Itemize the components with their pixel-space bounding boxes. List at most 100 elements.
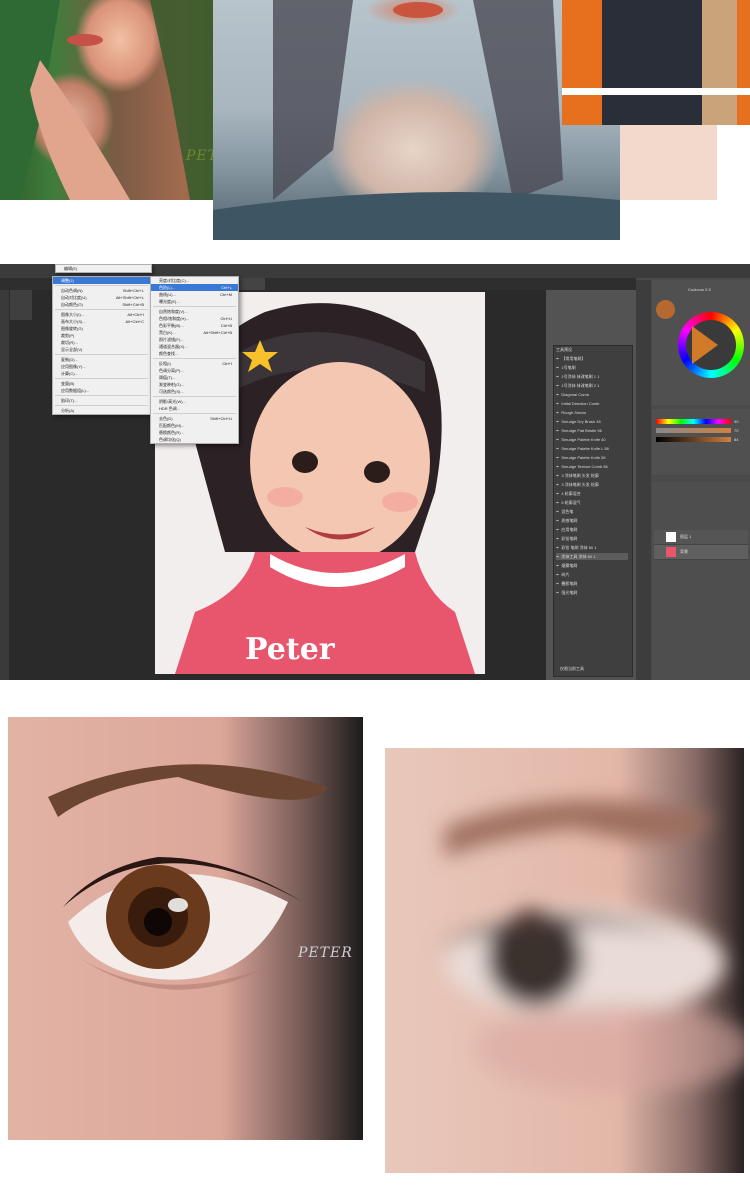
brush-preset[interactable]: Smudge Palette Knife L 56: [556, 445, 628, 452]
foreground-color-swatch[interactable]: [656, 300, 675, 319]
eye-detailed-illustration: [48, 764, 328, 990]
color-triangle[interactable]: [692, 326, 718, 364]
menu-item[interactable]: 图像旋转(G): [53, 325, 150, 332]
menu-item[interactable]: 计算(C)...: [53, 370, 150, 377]
decorative-peach-block: [620, 125, 717, 200]
menu-item[interactable]: 陷印(T)...: [53, 397, 150, 404]
painting-grey-hair-detail: [213, 0, 620, 240]
submenu-item[interactable]: 色调分离(P)...: [151, 367, 238, 374]
menu-item[interactable]: 裁剪(P): [53, 332, 150, 339]
menu-item[interactable]: 分析(A): [53, 407, 150, 414]
brush-preset[interactable]: 碎片: [556, 571, 628, 578]
ps-image-menu[interactable]: 调整(J) 自动色调(N) Shift+Ctrl+L 自动对比度(U) Alt+Sh…: [52, 276, 151, 415]
signature: PETER: [298, 945, 353, 961]
photoshop-window: 01.jpg @ 66.7% (RGB/8) Peter 编辑(E) 调整(J)…: [0, 264, 750, 680]
brush-preset[interactable]: 【常用笔刷】: [556, 355, 628, 362]
brightness-slider[interactable]: [656, 437, 731, 442]
submenu-item[interactable]: 色阶(L)... Ctrl+L: [151, 284, 238, 291]
brush-preset[interactable]: Smudge Palette Knife 56: [556, 454, 628, 461]
submenu-item[interactable]: 自然饱和度(V)...: [151, 308, 238, 315]
submenu-item[interactable]: 亮度/对比度(C)...: [151, 277, 238, 284]
menu-separator: [55, 354, 148, 355]
brush-preset[interactable]: 质感笔刷: [556, 517, 628, 524]
submenu-item[interactable]: 曲线(U)... Ctrl+M: [151, 291, 238, 298]
submenu-item[interactable]: 照片滤镜(F)...: [151, 336, 238, 343]
submenu-item[interactable]: 去色(D) Shift+Ctrl+U: [151, 415, 238, 422]
submenu-item[interactable]: 黑白(K)... Alt+Shift+Ctrl+B: [151, 329, 238, 336]
menu-item[interactable]: 图像大小(I)... Alt+Ctrl+I: [53, 311, 150, 318]
brush-preset[interactable]: 混色笔: [556, 508, 628, 515]
saturation-slider[interactable]: [656, 428, 731, 433]
brush-preset[interactable]: 1号涂抹 抹改笔刷 1 1: [556, 373, 628, 380]
menu-separator: [153, 306, 236, 307]
brush-preset[interactable]: 烟雾笔刷: [556, 562, 628, 569]
submenu-item[interactable]: 色相/饱和度(H)... Ctrl+U: [151, 315, 238, 322]
submenu-item[interactable]: 可选颜色(S)...: [151, 388, 238, 395]
ps-layers-panel: [652, 482, 750, 680]
ps-dock-icon-strip[interactable]: [636, 280, 651, 680]
menu-separator: [153, 413, 236, 414]
color-panel-tab[interactable]: Coolorus 2.5: [688, 287, 711, 292]
brush-preset[interactable]: Smudge Flat Bristle 56: [556, 427, 628, 434]
eye-blur-illustration: [435, 800, 744, 1093]
submenu-item[interactable]: HDR 色调...: [151, 405, 238, 412]
submenu-item[interactable]: 渐变映射(G)...: [151, 381, 238, 388]
brush-preset[interactable]: Diagonal Comb: [556, 391, 628, 398]
brush-preset[interactable]: Smudge Dry Brush 46: [556, 418, 628, 425]
ps-tools-panel[interactable]: [0, 290, 9, 680]
brush-panel-footer: 仅限当前工具: [560, 666, 584, 671]
brush-preset[interactable]: 3 涂抹笔刷 头发 轮廓: [556, 481, 628, 488]
submenu-item[interactable]: 通道混合器(X)...: [151, 343, 238, 350]
menu-item[interactable]: 显示全部(V): [53, 346, 150, 353]
menu-separator: [55, 378, 148, 379]
brush-preset[interactable]: 5 轮廓混气: [556, 499, 628, 506]
ps-menu-top[interactable]: 编辑(E): [55, 264, 152, 273]
brush-preset[interactable]: 叠影笔刷: [556, 580, 628, 587]
menu-item[interactable]: 应用数据组(L)...: [53, 387, 150, 394]
menu-item[interactable]: 自动色调(N) Shift+Ctrl+L: [53, 287, 150, 294]
submenu-item[interactable]: 反相(I) Ctrl+I: [151, 360, 238, 367]
brush-preset[interactable]: Smudge Texture Comb 56: [556, 463, 628, 470]
brush-preset[interactable]: 1号涂抹 抹改笔刷 2 1: [556, 382, 628, 389]
menu-item[interactable]: 裁切(R)...: [53, 339, 150, 346]
painting-eye-detailed: PETER: [8, 717, 363, 1140]
brush-preset[interactable]: Smudge Palette Knife 40: [556, 436, 628, 443]
submenu-item[interactable]: 阈值(T)...: [151, 374, 238, 381]
brush-preset[interactable]: 应用笔刷: [556, 526, 628, 533]
hue-slider[interactable]: [656, 419, 731, 424]
menu-item[interactable]: 变量(B): [53, 380, 150, 387]
layer-name: 图层 1: [680, 534, 692, 539]
menu-item[interactable]: 画布大小(S)... Alt+Ctrl+C: [53, 318, 150, 325]
submenu-item[interactable]: 匹配颜色(M)...: [151, 422, 238, 429]
menu-separator: [153, 358, 236, 359]
ps-tool-options[interactable]: [10, 290, 32, 320]
brush-preset[interactable]: 彩铅 笔刷 涂抹 80 1: [556, 544, 628, 551]
layer-row[interactable]: 背景: [654, 545, 748, 560]
ps-adjustments-submenu[interactable]: 亮度/对比度(C)... 色阶(L)... Ctrl+L 曲线(U)... Ctrl…: [150, 276, 239, 444]
layer-row[interactable]: 图层 1: [654, 530, 748, 545]
brush-preset-selected[interactable]: 涂抹工具 涂抹 60 1: [556, 553, 628, 560]
brush-preset[interactable]: 4 轮廓混合: [556, 490, 628, 497]
menu-item[interactable]: 复制(D)...: [53, 356, 150, 363]
submenu-item[interactable]: 色调均化(Q): [151, 436, 238, 443]
menu-item[interactable]: 自动颜色(O) Shift+Ctrl+B: [53, 301, 150, 308]
menu-item[interactable]: 调整(J): [53, 277, 150, 284]
slider-value: 70: [734, 428, 739, 433]
brush-preset[interactable]: Rough Smear: [556, 409, 628, 416]
brush-preset[interactable]: 强光笔刷: [556, 589, 628, 596]
submenu-item[interactable]: 阴影/高光(W)...: [151, 398, 238, 405]
brush-preset[interactable]: 3 涂抹笔刷 头发 轮廓: [556, 472, 628, 479]
submenu-item[interactable]: 颜色查找...: [151, 350, 238, 357]
brush-panel-title: 工具预设: [556, 347, 572, 352]
menu-top-item[interactable]: 编辑(E): [56, 265, 151, 272]
brush-preset[interactable]: 彩铅笔刷: [556, 535, 628, 542]
submenu-item[interactable]: 色彩平衡(B)... Ctrl+B: [151, 322, 238, 329]
submenu-item[interactable]: 曝光度(E)...: [151, 298, 238, 305]
brush-preset[interactable]: 1号笔刷: [556, 364, 628, 371]
menu-item[interactable]: 自动对比度(U) Alt+Shift+Ctrl+L: [53, 294, 150, 301]
layer-thumbnail: [666, 532, 676, 542]
submenu-item[interactable]: 替换颜色(R)...: [151, 429, 238, 436]
tshirt-text: Peter: [245, 632, 335, 667]
menu-item[interactable]: 应用图像(Y)...: [53, 363, 150, 370]
brush-preset[interactable]: Initial Direction Comb: [556, 400, 628, 407]
